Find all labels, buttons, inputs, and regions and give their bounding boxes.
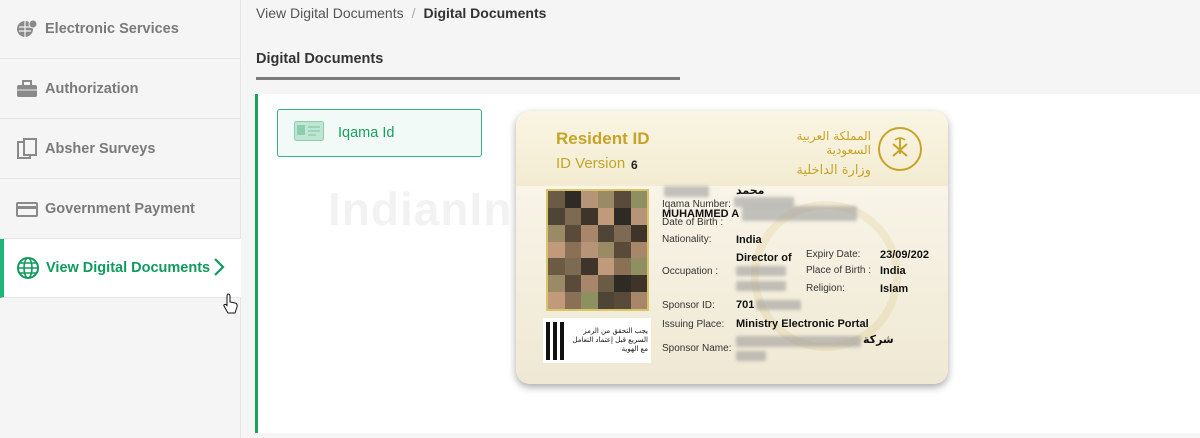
redacted-name-english — [742, 206, 857, 221]
breadcrumb: View Digital Documents / Digital Documen… — [256, 5, 546, 21]
redacted-sponsor-name-2 — [736, 351, 766, 361]
name-arabic-value: محمد — [736, 185, 765, 197]
breadcrumb-parent-link[interactable]: View Digital Documents — [256, 5, 404, 21]
issuing-place-label: Issuing Place: — [662, 319, 725, 330]
expiry-date-label: Expiry Date: — [806, 249, 861, 260]
qr-code-icon — [546, 321, 564, 360]
expiry-date-value: 23/09/202 — [880, 249, 929, 261]
globe-icon — [16, 256, 40, 280]
nationality-value: India — [736, 234, 762, 246]
sponsor-id-label: Sponsor ID: — [662, 300, 715, 311]
redacted-name-arabic — [664, 186, 709, 197]
redacted-occupation-1 — [736, 266, 786, 276]
sidebar-item-label: View Digital Documents — [46, 260, 211, 276]
sidebar-item-label: Government Payment — [45, 201, 195, 217]
card-title: Resident ID — [556, 129, 650, 148]
breadcrumb-current: Digital Documents — [423, 5, 547, 21]
sponsor-name-label: Sponsor Name: — [662, 343, 732, 354]
sidebar-item-view-digital-documents[interactable]: View Digital Documents — [0, 239, 241, 298]
breadcrumb-separator: / — [411, 5, 416, 21]
sponsor-id-value: 701 — [736, 299, 755, 311]
iqama-id-label: Iqama Id — [338, 125, 395, 141]
arabic-kingdom-text: المملكة العربية السعودية — [796, 129, 871, 157]
sidebar-item-government-payment[interactable]: Government Payment — [0, 180, 241, 239]
tab-bar: Digital Documents — [256, 50, 680, 80]
id-card-icon — [294, 120, 324, 146]
watermark-text: IndianIn — [328, 183, 513, 235]
sidebar: Electronic Services Authorization Absher… — [0, 0, 241, 438]
place-of-birth-label: Place of Birth : — [806, 265, 872, 276]
sponsor-name-arabic: شركة — [863, 334, 894, 346]
card-icon — [15, 197, 39, 221]
documents-panel: IndianIn Iqama Id Resident ID ID Version… — [255, 94, 1200, 433]
arabic-ministry-text: وزارة الداخلية — [796, 163, 871, 178]
sidebar-item-absher-surveys[interactable]: Absher Surveys — [0, 120, 241, 179]
sidebar-item-label: Electronic Services — [45, 21, 179, 37]
card-version-number: 6 — [631, 158, 638, 172]
hand-cursor-icon — [223, 293, 239, 320]
issuing-place-value: Ministry Electronic Portal — [736, 318, 869, 330]
globe-gear-icon — [15, 17, 39, 41]
tab-digital-documents[interactable]: Digital Documents — [256, 51, 383, 67]
sidebar-item-electronic-services[interactable]: Electronic Services — [0, 0, 241, 59]
occupation-value: Director of — [736, 252, 792, 264]
card-version-label: ID Version — [556, 155, 626, 172]
religion-value: Islam — [880, 283, 909, 295]
qr-instructions-text: يجب التحقق من الرمز السريع قبل إعتماد ال… — [572, 327, 648, 353]
redacted-sponsor-name — [736, 336, 861, 347]
holder-photo — [546, 189, 649, 311]
sidebar-item-label: Absher Surveys — [45, 141, 156, 157]
religion-label: Religion: — [806, 283, 845, 294]
briefcase-icon — [15, 77, 39, 101]
occupation-label: Occupation : — [662, 266, 719, 277]
chevron-right-icon — [213, 257, 225, 282]
iqama-id-button[interactable]: Iqama Id — [277, 109, 482, 157]
nationality-label: Nationality: — [662, 234, 712, 245]
clipboard-icon — [15, 137, 39, 161]
redacted-sponsor-id — [756, 300, 801, 310]
qr-code-block: يجب التحقق من الرمز السريع قبل إعتماد ال… — [543, 318, 651, 363]
card-arabic-header: المملكة العربية السعودية وزارة الداخلية — [771, 129, 871, 178]
sidebar-item-label: Authorization — [45, 81, 139, 97]
main-content: View Digital Documents / Digital Documen… — [241, 0, 1200, 438]
dob-label: Date of Birth : — [662, 217, 724, 228]
place-of-birth-value: India — [880, 265, 906, 277]
sidebar-item-authorization[interactable]: Authorization — [0, 60, 241, 119]
resident-id-card[interactable]: Resident ID ID Version 6 المملكة العربية… — [516, 111, 948, 384]
redacted-occupation-2 — [736, 281, 786, 291]
saudi-emblem-icon — [878, 127, 922, 171]
watermark-logo: IndianIn — [328, 182, 512, 236]
